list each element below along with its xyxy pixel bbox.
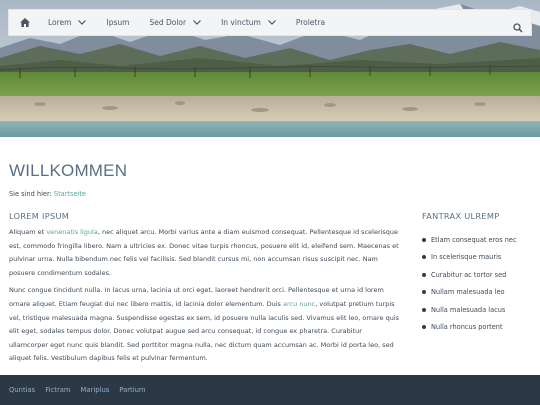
search-icon — [513, 23, 523, 33]
sidebar-item-label: In scelerisque mauris — [431, 253, 502, 262]
nav-item-label: Proletra — [295, 18, 326, 27]
paragraph: Nunc congue tincidunt nulla. In lacus ur… — [9, 284, 402, 366]
sidebar-item-label: Curabitur ac tortor sed — [431, 270, 507, 279]
search-button[interactable] — [513, 18, 523, 33]
breadcrumb-prefix: Sie sind hier: — [9, 190, 52, 198]
bullet-icon — [422, 255, 426, 260]
sidebar-item-label: Nulla rhoncus portent — [431, 323, 503, 332]
nav-item-ipsum[interactable]: Ipsum — [96, 9, 139, 36]
paragraph-text: , volutpat pretium turpis vel, tristique… — [9, 299, 400, 363]
breadcrumb-link-home[interactable]: Startseite — [54, 190, 86, 198]
bullet-icon — [422, 307, 426, 312]
chevron-down-icon — [193, 19, 202, 27]
sidebar-list-item[interactable]: Nulla rhoncus portent — [422, 319, 537, 337]
paragraph-text: Aliquam et — [9, 228, 47, 236]
sidebar-list-item[interactable]: In scelerisque mauris — [422, 249, 537, 267]
nav-item-label: Lorem — [48, 18, 72, 27]
paragraph: Aliquam et venenatis ligula, nec aliquet… — [9, 226, 402, 280]
sidebar-list: Etlam consequat eros nec In scelerisque … — [422, 231, 537, 336]
section-title: LOREM IPSUM — [9, 211, 70, 221]
footer: Quntias Fictram Mariplus Partium — [0, 375, 540, 405]
sidebar-list-item[interactable]: Etlam consequat eros nec — [422, 231, 537, 249]
footer-link[interactable]: Fictram — [45, 386, 70, 394]
footer-link[interactable]: Mariplus — [81, 386, 110, 394]
nav-item-lorem[interactable]: Lorem — [38, 9, 96, 36]
breadcrumb: Sie sind hier: Startseite — [9, 190, 86, 198]
sidebar: FANTRAX ULREMP Etlam consequat eros nec … — [422, 211, 537, 336]
footer-link[interactable]: Quntias — [9, 386, 35, 394]
page-title: WILLKOMMEN — [9, 161, 128, 180]
sidebar-list-item[interactable]: Nullam malesuada leo — [422, 284, 537, 302]
nav-item-sed-dolor[interactable]: Sed Dolor — [139, 9, 211, 36]
sidebar-title: FANTRAX ULREMP — [422, 211, 500, 221]
chevron-down-icon — [78, 19, 87, 27]
bullet-icon — [422, 325, 426, 330]
footer-link[interactable]: Partium — [119, 386, 145, 394]
inline-link[interactable]: venenatis ligula — [46, 228, 98, 236]
sidebar-list-item[interactable]: Curabitur ac tortor sed — [422, 266, 537, 284]
nav-item-label: Ipsum — [106, 18, 130, 27]
sidebar-item-label: Nulla malesuada lacus — [431, 305, 506, 314]
bullet-icon — [422, 237, 426, 242]
nav-item-label: In vinctum — [221, 18, 261, 27]
home-icon — [20, 18, 30, 27]
nav-item-in-vinctum[interactable]: In vinctum — [211, 9, 286, 36]
nav-item-label: Sed Dolor — [149, 18, 187, 27]
chevron-down-icon — [267, 19, 276, 27]
sidebar-item-label: Etlam consequat eros nec — [431, 235, 517, 244]
main-navigation: Lorem Ipsum Sed Dolor In vinctum Proletr… — [8, 9, 532, 36]
home-link[interactable] — [12, 9, 38, 36]
bullet-icon — [422, 290, 426, 295]
inline-link[interactable]: arcu nunc — [283, 300, 315, 308]
bullet-icon — [422, 272, 426, 277]
main-content: LOREM IPSUM Aliquam et venenatis ligula,… — [9, 211, 402, 370]
sidebar-item-label: Nullam malesuada leo — [431, 288, 505, 297]
sidebar-list-item[interactable]: Nulla malesuada lacus — [422, 301, 537, 319]
nav-item-proletra[interactable]: Proletra — [286, 9, 335, 36]
